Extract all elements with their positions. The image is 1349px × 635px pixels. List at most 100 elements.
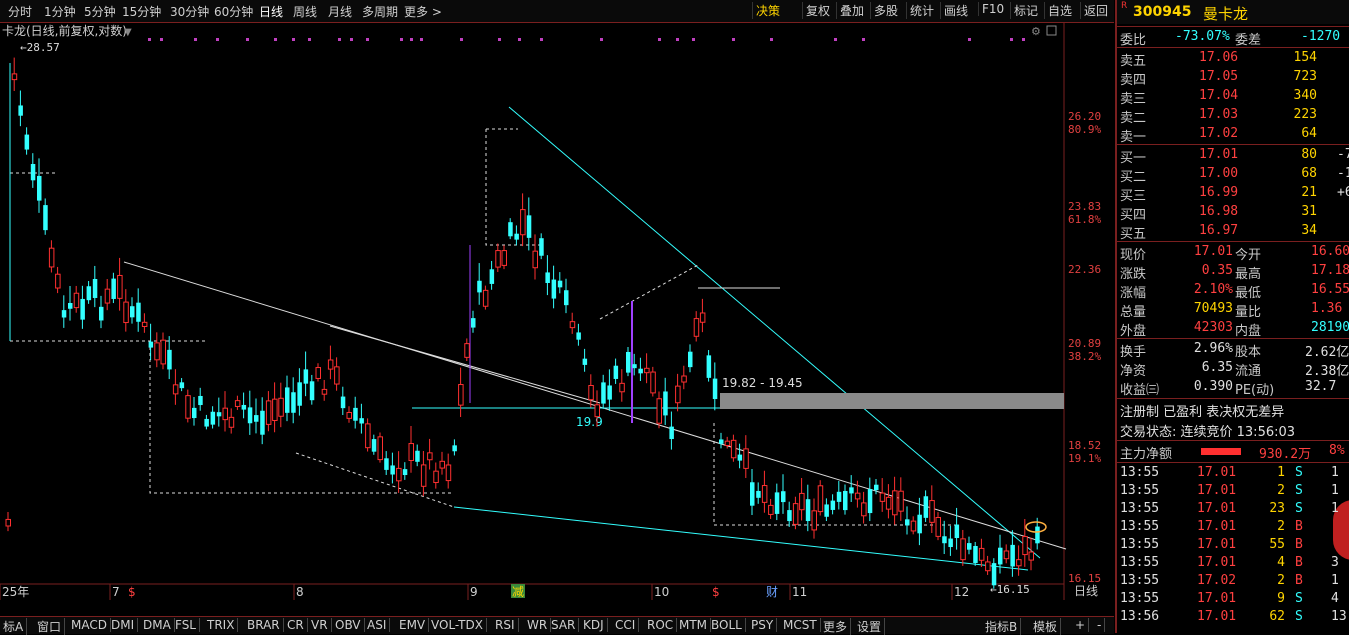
toolbar-right-6[interactable]: F10: [978, 2, 1007, 16]
indicator-tab-20[interactable]: MTM: [676, 618, 712, 632]
fund-row-1: 净资 6.35 流通 2.38亿: [1117, 359, 1349, 379]
ask-row-1: 卖四 17.05 723: [1117, 68, 1349, 88]
indicator-tab-2[interactable]: MACD: [68, 618, 111, 632]
indicator-tab-25[interactable]: 设置: [854, 618, 886, 635]
period-tab-4[interactable]: 30分钟: [170, 3, 209, 20]
indicator-tab-18[interactable]: CCI: [612, 618, 640, 632]
gear-icon[interactable]: ⚙: [1031, 25, 1041, 38]
indicator-tab-17[interactable]: KDJ: [580, 618, 608, 632]
bottom-right-1[interactable]: 模板: [1030, 618, 1062, 635]
candle-body: [967, 543, 972, 550]
candle-body: [1016, 559, 1022, 567]
candle-body: [699, 312, 706, 323]
toolbar-right-2[interactable]: 叠加: [836, 2, 867, 19]
indicator-tab-0[interactable]: 标A: [0, 618, 28, 635]
period-tab-5[interactable]: 60分钟: [214, 3, 253, 20]
quote-row-3: 总量 70493 量比 1.36: [1117, 300, 1349, 320]
period-tab-7[interactable]: 周线: [293, 3, 317, 20]
ask-price: 17.05: [1199, 69, 1239, 84]
candle-body: [750, 482, 755, 506]
indicator-tab-3[interactable]: DMI: [108, 618, 139, 632]
window-toggle-icon[interactable]: [1046, 25, 1057, 36]
period-tab-0[interactable]: 分时: [8, 3, 32, 20]
indicator-tab-1[interactable]: 窗口: [34, 618, 66, 635]
indicator-tab-7[interactable]: BRAR: [244, 618, 284, 632]
period-tab-1[interactable]: 1分钟: [44, 3, 76, 20]
quote-value: 16.55: [1311, 282, 1349, 297]
indicator-tab-9[interactable]: VR: [308, 618, 332, 632]
indicator-tab-19[interactable]: ROC: [644, 618, 678, 632]
bottom-right-2[interactable]: +: [1072, 618, 1090, 632]
trend-line[interactable]: [329, 325, 601, 404]
indicator-tab-4[interactable]: DMA: [140, 618, 175, 632]
event-marker[interactable]: 减: [512, 585, 524, 599]
candle-body: [874, 484, 879, 491]
candle-body: [768, 504, 774, 515]
toolbar-right-5[interactable]: 画线: [940, 2, 971, 19]
bottom-right-3[interactable]: -: [1094, 618, 1106, 632]
ask-price: 17.06: [1199, 50, 1239, 65]
fund-label: 流通: [1235, 364, 1262, 379]
trend-line[interactable]: [508, 106, 1041, 559]
event-marker[interactable]: 财: [766, 585, 778, 599]
toolbar-right-0[interactable]: 决策: [752, 2, 783, 19]
period-tab-6[interactable]: 日线: [259, 3, 283, 20]
kline-chart-svg[interactable]: 卡龙(日线,前复权,对数)▼ ⚙ 26.2080.9% 23.8361.8% 22.36…: [0, 23, 1114, 600]
period-tab-10[interactable]: 更多 >: [404, 3, 442, 20]
indicator-tab-23[interactable]: MCST: [780, 618, 821, 632]
bid-row-2: 买三 16.99 21 +6: [1117, 184, 1349, 204]
indicator-tab-5[interactable]: FSL: [172, 618, 200, 632]
bottom-right-0[interactable]: 指标B: [982, 618, 1022, 635]
candle-body: [799, 492, 805, 511]
indicator-tab-21[interactable]: BOLL: [708, 618, 746, 632]
toolbar-right-7[interactable]: 标记: [1010, 2, 1041, 19]
candle-body: [688, 351, 693, 368]
price-zone[interactable]: [720, 393, 1064, 409]
period-tab-9[interactable]: 多周期: [362, 3, 398, 20]
toolbar-right-9[interactable]: 返回: [1080, 2, 1111, 19]
indicator-tab-12[interactable]: EMV: [396, 618, 430, 632]
trade-status: 交易状态: 连续竞价 13:56:03: [1120, 425, 1296, 440]
candle-body: [73, 292, 80, 309]
period-tab-8[interactable]: 月线: [328, 3, 352, 20]
event-marker[interactable]: $: [712, 585, 720, 599]
toolbar-right-4[interactable]: 统计: [906, 2, 937, 19]
period-tab-3[interactable]: 15分钟: [122, 3, 161, 20]
candle-body: [675, 385, 681, 404]
toolbar-right-1[interactable]: 复权: [802, 2, 833, 19]
candle-body: [998, 547, 1003, 565]
pct-tick: 38.2%: [1068, 350, 1101, 363]
fund-label: 收益㈢: [1120, 383, 1160, 398]
indicator-tab-8[interactable]: CR: [284, 618, 308, 632]
trend-line[interactable]: [453, 506, 1029, 571]
candle-body: [452, 445, 457, 452]
indicator-tab-14[interactable]: RSI: [492, 618, 519, 632]
tick-row-2: 13:55 17.01 23 S 1: [1117, 500, 1349, 519]
indicator-tab-16[interactable]: SAR: [548, 618, 580, 632]
toolbar-right-3[interactable]: 多股: [870, 2, 901, 19]
candle-body: [681, 375, 687, 383]
month-label: 9: [470, 585, 478, 599]
indicator-tab-24[interactable]: 更多: [820, 618, 852, 635]
toolbar-right-8[interactable]: 自选: [1044, 2, 1075, 19]
chevron-down-icon[interactable]: ▼: [124, 27, 132, 38]
bid-price: 16.98: [1199, 204, 1239, 219]
candle-body: [254, 415, 259, 422]
indicator-tab-11[interactable]: ASI: [364, 618, 391, 632]
period-tab-2[interactable]: 5分钟: [84, 3, 116, 20]
quote-label: 量比: [1235, 305, 1262, 320]
indicator-tab-22[interactable]: PSY: [748, 618, 778, 632]
month-label: 25年: [2, 585, 29, 599]
kline-chart[interactable]: 卡龙(日线,前复权,对数) ▼ ⚙ 26.20 80.9% 23.83 61.8% 22.36…: [0, 23, 1114, 600]
indicator-tab-10[interactable]: OBV: [332, 618, 365, 632]
event-dot: [400, 38, 403, 41]
quote-label: 最低: [1235, 286, 1262, 301]
candle-body: [632, 364, 637, 369]
candle-body: [353, 407, 358, 421]
x-axis-period: 日线: [1074, 584, 1098, 598]
ask-row-3: 卖二 17.03 223: [1117, 106, 1349, 126]
event-marker[interactable]: $: [128, 585, 136, 599]
indicator-tab-13[interactable]: VOL-TDX: [428, 618, 487, 632]
tick-price: 17.01: [1197, 555, 1237, 570]
indicator-tab-6[interactable]: TRIX: [204, 618, 239, 632]
